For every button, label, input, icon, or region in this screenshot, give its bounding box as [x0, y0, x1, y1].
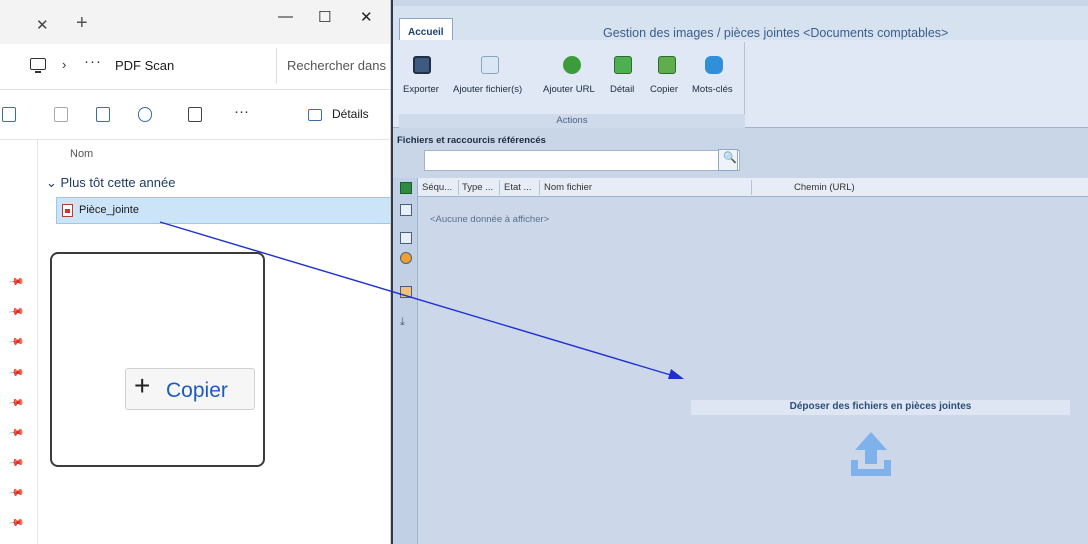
breadcrumb-chevron-icon[interactable]: ›: [62, 57, 66, 72]
column-separator[interactable]: [458, 180, 459, 195]
pin-icon[interactable]: 📌: [8, 395, 25, 411]
download-icon[interactable]: ⤓: [400, 316, 412, 328]
attachments-grid[interactable]: <Aucune donnée à afficher>: [418, 197, 1088, 544]
section-title: Fichiers et raccourcis référencés: [397, 135, 546, 146]
empty-grid-message: <Aucune donnée à afficher>: [430, 214, 550, 225]
add-url-button[interactable]: Ajouter URL: [543, 84, 595, 95]
delete-icon[interactable]: [188, 107, 202, 122]
save-export-icon[interactable]: [413, 56, 431, 74]
close-tab-icon[interactable]: ✕: [36, 16, 49, 34]
copy-button[interactable]: Copier: [650, 84, 678, 95]
column-path-url[interactable]: Chemin (URL): [794, 182, 855, 193]
report-icon[interactable]: [400, 286, 412, 298]
pin-icon[interactable]: 📌: [8, 334, 25, 350]
detail-button[interactable]: Détail: [610, 84, 634, 95]
pin-icon[interactable]: 📌: [8, 274, 25, 290]
add-files-button[interactable]: Ajouter fichier(s): [453, 84, 522, 95]
export-button[interactable]: Exporter: [403, 84, 439, 95]
details-button[interactable]: Détails: [332, 107, 369, 121]
breadcrumb-pdf-scan[interactable]: PDF Scan: [115, 58, 174, 73]
close-window-button[interactable]: ✕: [360, 8, 373, 26]
ribbon: Exporter Ajouter fichier(s) Ajouter URL …: [393, 40, 1088, 128]
keywords-icon[interactable]: [705, 56, 723, 74]
details-pane-icon[interactable]: [308, 109, 322, 121]
copy-icon[interactable]: [2, 107, 16, 122]
grid-side-toolbar: ⤓: [393, 178, 418, 544]
app-titlebar: Accueil Gestion des images / pièces join…: [393, 6, 1088, 46]
group-label: Plus tôt cette année: [60, 175, 176, 190]
table-icon[interactable]: [400, 232, 412, 244]
grid-header: Séqu... Type ... Etat ... Nom fichier Ch…: [418, 178, 1088, 197]
more-options-button[interactable]: ···: [234, 103, 249, 120]
window-title: Gestion des images / pièces jointes <Doc…: [603, 26, 949, 40]
navigation-pane[interactable]: 📌 📌 📌 📌 📌 📌 📌 📌 📌: [0, 140, 38, 544]
column-separator[interactable]: [539, 180, 540, 195]
keywords-button[interactable]: Mots-clés: [692, 84, 733, 95]
pin-icon[interactable]: 📌: [8, 425, 25, 441]
grid-search-input[interactable]: [424, 150, 740, 171]
minimize-button[interactable]: —: [278, 8, 293, 25]
folder-icon[interactable]: [481, 56, 499, 74]
dropzone-label: Déposer des fichiers en pièces jointes: [691, 400, 1070, 415]
this-pc-icon[interactable]: [30, 58, 46, 73]
column-type[interactable]: Type ...: [462, 182, 493, 193]
ribbon-group-title: Actions: [399, 114, 745, 128]
chevron-down-icon: ⌄: [46, 175, 61, 190]
address-bar: › ··· PDF Scan Rechercher dans: [0, 44, 390, 90]
column-file-name[interactable]: Nom fichier: [544, 182, 592, 193]
upload-icon: [851, 432, 891, 476]
copy-icon[interactable]: [658, 56, 676, 74]
column-separator[interactable]: [751, 180, 752, 195]
breadcrumb-overflow[interactable]: ···: [84, 53, 102, 70]
plus-icon: +: [134, 370, 151, 401]
globe-icon[interactable]: [563, 56, 581, 74]
new-tab-icon[interactable]: +: [76, 12, 88, 35]
share-icon[interactable]: [138, 107, 152, 122]
column-status[interactable]: Etat ...: [504, 182, 531, 193]
grid-search-button[interactable]: 🔍: [718, 149, 738, 171]
attachments-manager-window: Accueil Gestion des images / pièces join…: [391, 0, 1088, 544]
save-icon[interactable]: [400, 204, 412, 216]
column-header-name[interactable]: Nom: [70, 148, 93, 160]
pdf-file-icon: [62, 204, 73, 217]
maximize-button[interactable]: ☐: [318, 8, 331, 26]
excel-icon[interactable]: [400, 182, 412, 194]
detail-icon[interactable]: [614, 56, 632, 74]
file-item-piece-jointe[interactable]: Pièce_jointe: [56, 197, 390, 224]
explorer-toolbar: ··· Détails: [0, 90, 390, 140]
pin-icon[interactable]: 📌: [8, 455, 25, 471]
pin-icon[interactable]: 📌: [8, 365, 25, 381]
file-name: Pièce_jointe: [79, 204, 139, 216]
drag-ghost-card: [50, 252, 265, 467]
column-separator[interactable]: [499, 180, 500, 195]
column-sequence[interactable]: Séqu...: [422, 182, 452, 193]
pin-icon[interactable]: 📌: [8, 485, 25, 501]
pin-icon[interactable]: 📌: [8, 515, 25, 531]
chart-icon[interactable]: [400, 252, 412, 264]
drag-copy-label: Copier: [166, 379, 228, 402]
paste-icon[interactable]: [54, 107, 68, 122]
pin-icon[interactable]: 📌: [8, 304, 25, 320]
group-header[interactable]: ⌄ Plus tôt cette année: [46, 175, 175, 191]
explorer-tabbar: ✕ + — ☐ ✕: [0, 0, 390, 44]
search-input[interactable]: Rechercher dans: [276, 48, 390, 84]
rename-icon[interactable]: [96, 107, 110, 122]
drag-copy-badge: + Copier: [125, 368, 255, 410]
ribbon-group-actions: Exporter Ajouter fichier(s) Ajouter URL …: [399, 42, 745, 128]
search-icon: 🔍: [723, 152, 737, 164]
